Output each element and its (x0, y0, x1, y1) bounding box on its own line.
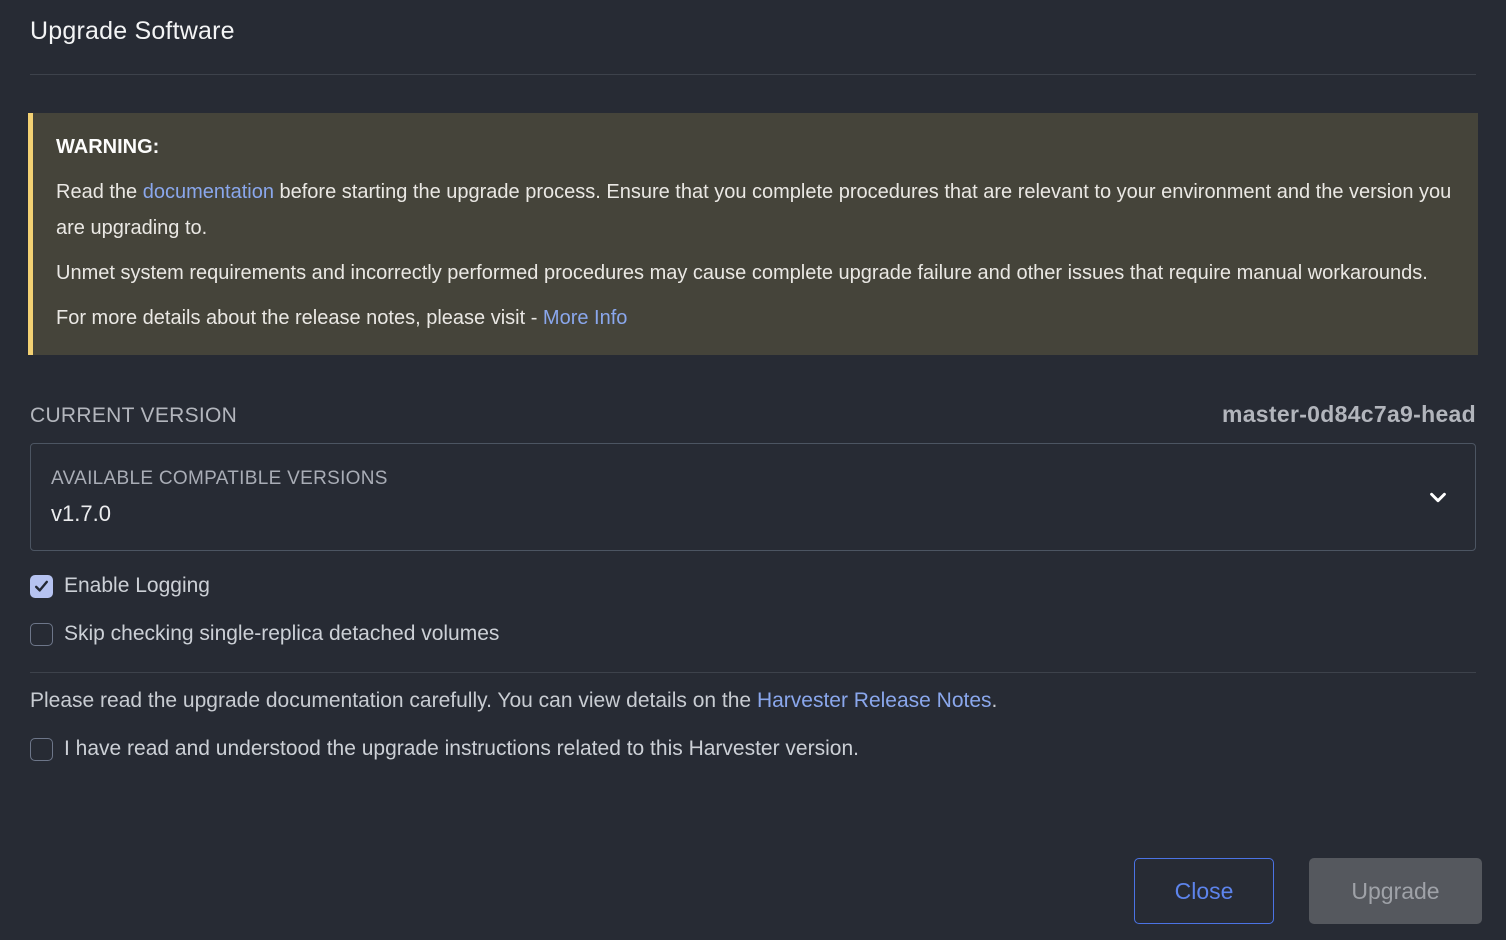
modal-header: Upgrade Software (0, 0, 1506, 46)
confirm-read-checkbox[interactable] (30, 738, 53, 761)
more-info-link[interactable]: More Info (543, 307, 627, 329)
current-version-label: CURRENT VERSION (30, 404, 237, 428)
upgrade-software-modal: Upgrade Software WARNING: Read the docum… (0, 0, 1506, 940)
confirm-read-label[interactable]: I have read and understood the upgrade i… (64, 737, 859, 761)
warning-paragraph-3: For more details about the release notes… (56, 300, 1452, 336)
upgrade-button[interactable]: Upgrade (1309, 858, 1482, 924)
selected-version-value: v1.7.0 (51, 501, 388, 527)
warning-label: WARNING: (56, 129, 1452, 165)
page-title: Upgrade Software (30, 17, 1476, 46)
skip-single-replica-checkbox[interactable] (30, 623, 53, 646)
notice-text: Please read the upgrade documentation ca… (30, 689, 757, 712)
section-divider (30, 672, 1476, 673)
current-version-value: master-0d84c7a9-head (1222, 401, 1476, 428)
warning-text: For more details about the release notes… (56, 307, 543, 329)
documentation-link[interactable]: documentation (143, 181, 274, 203)
checkmark-icon (33, 578, 50, 595)
warning-paragraph-1: Read the documentation before starting t… (56, 174, 1452, 246)
modal-footer: Close Upgrade (30, 761, 1482, 924)
current-version-row: CURRENT VERSION master-0d84c7a9-head (30, 401, 1476, 428)
select-label: AVAILABLE COMPATIBLE VERSIONS (51, 468, 388, 490)
release-notes-notice: Please read the upgrade documentation ca… (30, 686, 1476, 716)
available-versions-select[interactable]: AVAILABLE COMPATIBLE VERSIONS v1.7.0 (30, 443, 1476, 551)
warning-banner: WARNING: Read the documentation before s… (28, 113, 1478, 355)
close-button[interactable]: Close (1134, 858, 1274, 924)
warning-paragraph-2: Unmet system requirements and incorrectl… (56, 255, 1452, 291)
skip-single-replica-row[interactable]: Skip checking single-replica detached vo… (30, 622, 1476, 646)
confirm-read-row[interactable]: I have read and understood the upgrade i… (30, 737, 1476, 761)
harvester-release-notes-link[interactable]: Harvester Release Notes (757, 689, 992, 712)
chevron-down-icon (1427, 486, 1449, 508)
enable-logging-row[interactable]: Enable Logging (30, 574, 1476, 598)
enable-logging-checkbox[interactable] (30, 575, 53, 598)
warning-text: Read the (56, 181, 143, 203)
enable-logging-label[interactable]: Enable Logging (64, 574, 210, 598)
skip-single-replica-label[interactable]: Skip checking single-replica detached vo… (64, 622, 499, 646)
header-divider (30, 74, 1476, 75)
select-text: AVAILABLE COMPATIBLE VERSIONS v1.7.0 (51, 468, 388, 527)
notice-text: . (992, 689, 998, 712)
